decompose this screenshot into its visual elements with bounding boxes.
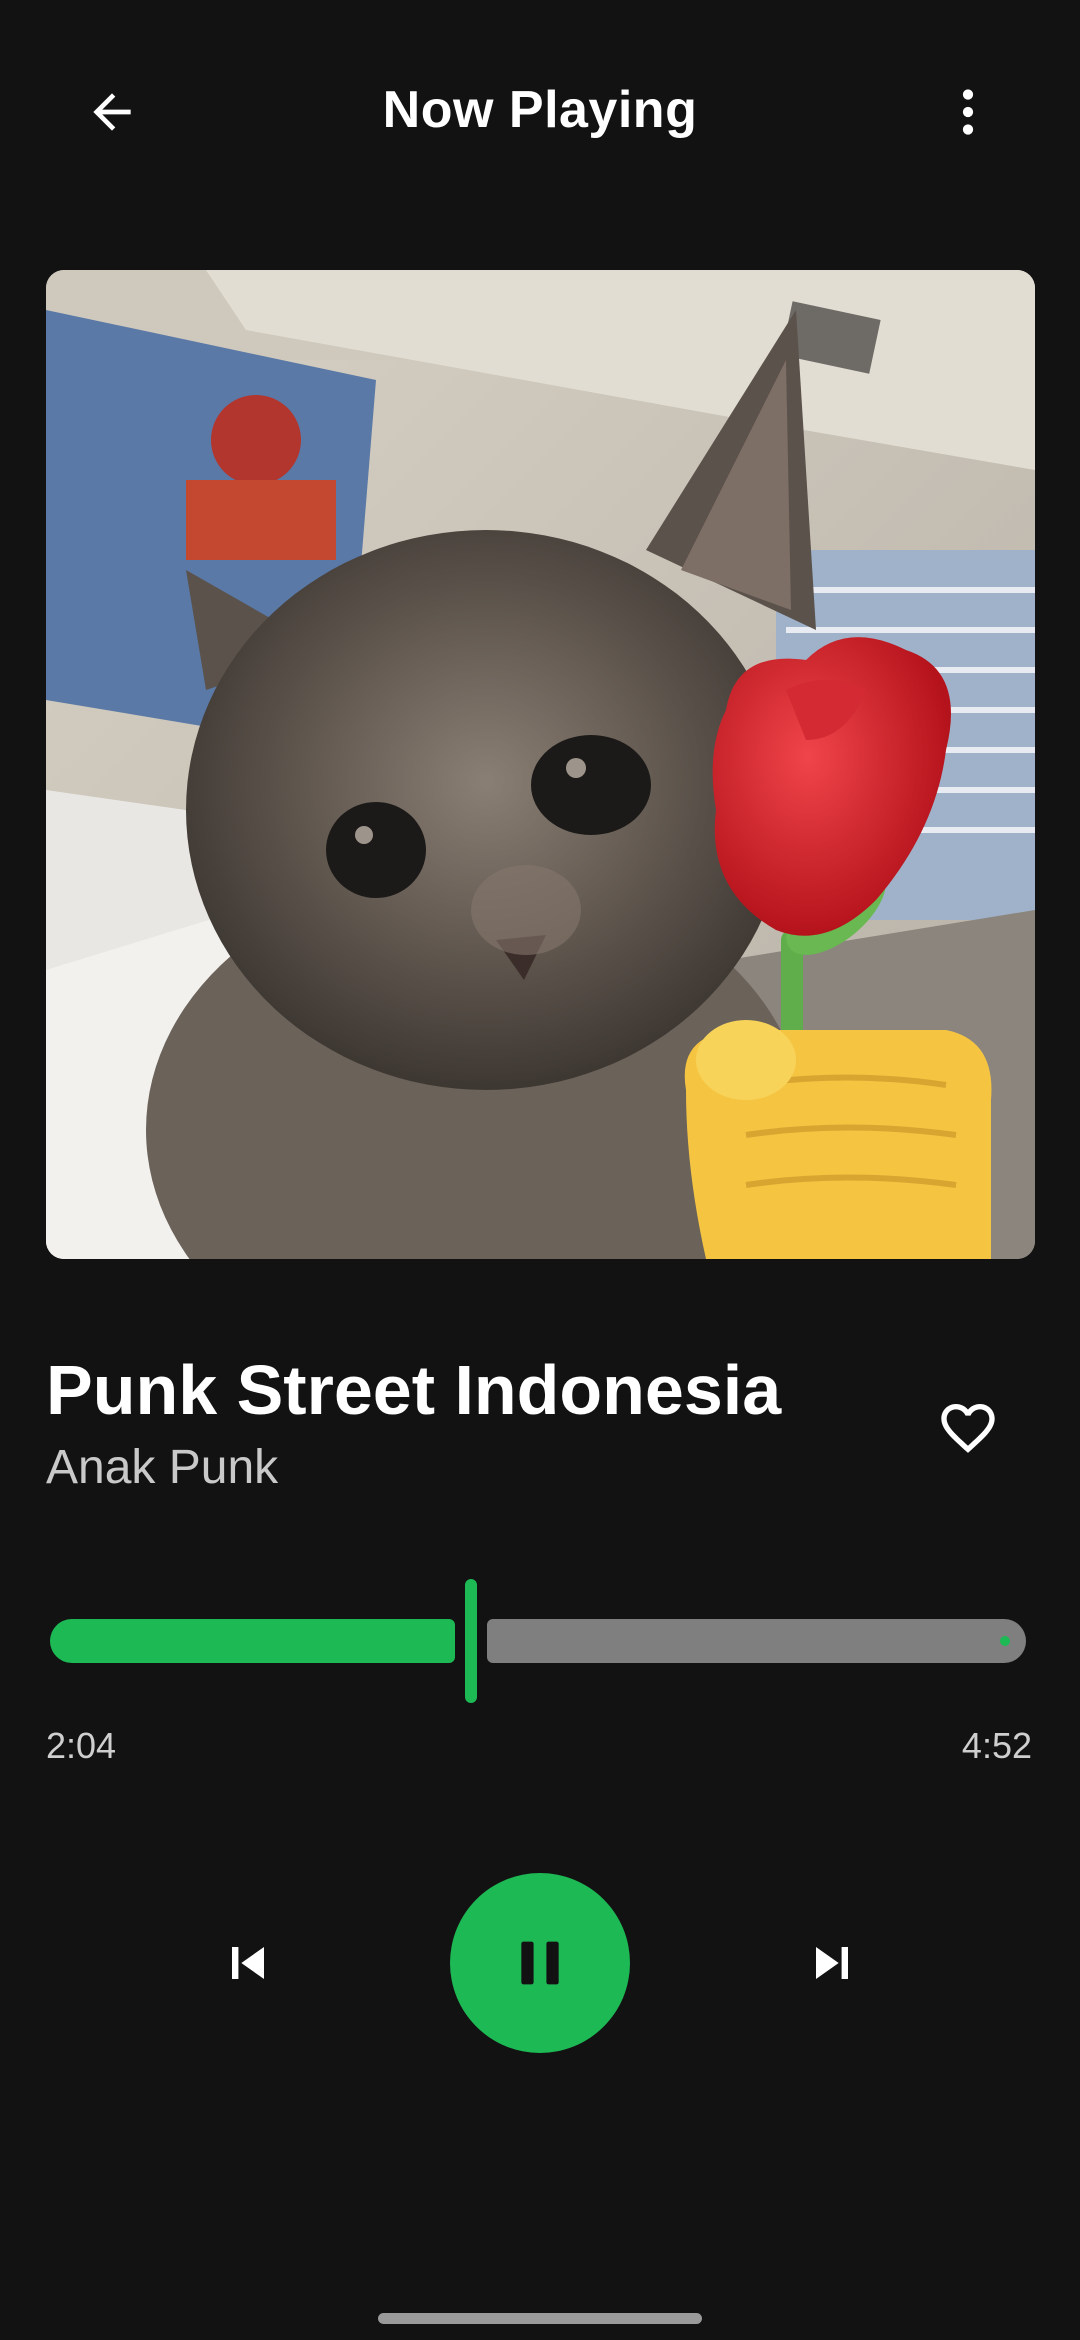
skip-next-icon — [816, 1947, 848, 1979]
track-artist: Anak Punk — [46, 1441, 279, 1494]
previous-button[interactable] — [200, 1915, 296, 2011]
elapsed-time: 2:04 — [46, 1725, 117, 1766]
progress-remaining — [486, 1619, 1026, 1663]
heart-outline-icon — [941, 1404, 995, 1453]
track-title: Punk Street Indonesia — [46, 1351, 782, 1429]
pause-icon — [521, 1941, 559, 1985]
progress-end-marker — [1000, 1636, 1010, 1646]
more-options-button[interactable] — [920, 64, 1016, 160]
progress-thumb[interactable] — [464, 1579, 477, 1703]
page-title: Now Playing — [382, 81, 698, 139]
total-duration: 4:52 — [961, 1725, 1032, 1766]
pause-button[interactable] — [450, 1873, 630, 2053]
home-indicator[interactable] — [378, 2313, 702, 2324]
skip-previous-icon — [232, 1947, 264, 1979]
progress-slider[interactable] — [46, 1575, 1030, 1705]
favorite-button[interactable] — [920, 1380, 1016, 1476]
next-button[interactable] — [784, 1915, 880, 2011]
album-artwork — [46, 270, 1035, 1259]
more-vertical-icon — [962, 89, 974, 135]
progress-played — [50, 1619, 455, 1663]
